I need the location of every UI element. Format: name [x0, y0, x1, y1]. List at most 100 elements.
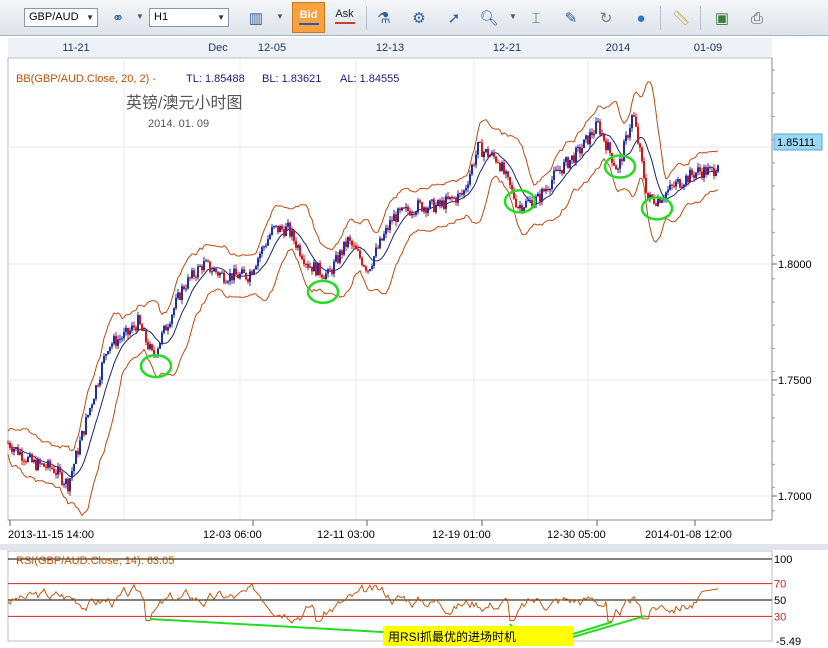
candle-body [415, 212, 417, 215]
candle-body [413, 213, 415, 215]
zoom-icon[interactable]: 🔍︎ [475, 4, 503, 32]
top-date-label: 12-21 [493, 42, 521, 54]
candle-body [709, 166, 711, 168]
panel-splitter[interactable] [0, 544, 828, 550]
bb-average-line-label: AL: 1.84555 [340, 73, 399, 85]
bottom-date-label: 2013-11-15 14:00 [8, 529, 94, 541]
candle-body [695, 172, 697, 178]
top-date-label: Dec [208, 42, 228, 54]
bb-indicator-label: BB(GBP/AUD.Close, 20, 2) - [16, 73, 156, 85]
candle-body [115, 336, 117, 346]
bottom-date-label: 12-11 03:00 [317, 529, 375, 541]
candle-body [167, 327, 169, 331]
candle-body [443, 200, 445, 209]
candle-body [269, 234, 271, 240]
top-date-label: 11-21 [62, 42, 89, 54]
bid-button[interactable]: Bid [292, 2, 325, 33]
candle-body [219, 272, 221, 276]
candle-body [29, 454, 31, 457]
candle-body [67, 478, 69, 492]
candle-body [161, 332, 163, 343]
candle-body [679, 179, 681, 188]
rsi-level-label: 30 [774, 611, 786, 623]
bottom-date-label: 12-19 01:00 [432, 529, 491, 541]
candle-body [397, 208, 399, 222]
candle-body [311, 266, 313, 272]
candle-body [177, 292, 179, 299]
candle-body [165, 325, 167, 331]
timeframe-select[interactable]: H1 ▼ [149, 8, 229, 27]
candle-body [685, 175, 687, 185]
candle-body [319, 262, 321, 275]
candle-body [497, 162, 499, 164]
candle-body [555, 169, 557, 171]
candle-body [617, 168, 619, 170]
candle-body [463, 190, 465, 195]
indicators-icon[interactable]: ⚗ [370, 4, 398, 32]
candle-body [715, 171, 717, 176]
candle-body [227, 281, 229, 283]
connect-icon[interactable]: ⚭ [104, 4, 132, 32]
candle-body [277, 225, 279, 233]
candle-body [107, 351, 109, 355]
candle-body [525, 201, 527, 208]
candle-body [581, 148, 583, 154]
candle-body [7, 442, 9, 444]
symbol-select[interactable]: GBP/AUD ▼ [24, 8, 98, 27]
tools-icon[interactable]: ↻ [592, 4, 620, 32]
ruler-icon[interactable]: 📏︎ [667, 4, 695, 32]
candle-body [621, 159, 623, 162]
candle-body [565, 157, 567, 162]
rsi-level-label: 70 [774, 579, 786, 591]
objects-icon[interactable]: ⚙ [405, 4, 433, 32]
candle-body [493, 152, 495, 157]
screenshot-icon[interactable]: ▣ [708, 4, 736, 32]
chevron-down-icon[interactable]: ▼ [509, 12, 517, 21]
candle-body [21, 451, 23, 461]
candle-body [293, 230, 295, 241]
candle-body [503, 162, 505, 174]
candle-body [235, 268, 237, 275]
candle-body [343, 241, 345, 255]
candle-body [17, 447, 19, 455]
chart-area[interactable]: 11-21 Dec 12-05 12-13 12-21 2014 01-09 BB(GBP/… [0, 36, 828, 648]
candle-body [111, 343, 113, 347]
globe-icon[interactable]: ● [627, 4, 655, 32]
candle-body [639, 143, 641, 148]
bar-chart-type-icon[interactable]: ▥ [242, 4, 270, 32]
candle-body [229, 273, 231, 282]
candle-body [403, 207, 405, 209]
candle-body [45, 466, 47, 468]
candle-body [205, 260, 207, 262]
candle-body [71, 471, 73, 479]
template-icon[interactable]: ✎ [557, 4, 585, 32]
ask-button[interactable]: Ask [328, 2, 361, 33]
print-icon[interactable]: ⎙ [743, 4, 771, 32]
candle-body [631, 115, 633, 129]
candle-body [429, 200, 431, 208]
chevron-down-icon[interactable]: ▼ [136, 12, 144, 21]
candle-body [207, 260, 209, 262]
candle-body [461, 193, 463, 195]
candle-body [217, 272, 219, 276]
candle-body [697, 167, 699, 173]
crosshair-icon[interactable]: ⌶ [522, 4, 550, 32]
candle-body [233, 268, 235, 281]
candle-body [363, 265, 365, 267]
candle-body [297, 245, 299, 248]
candle-body [549, 189, 551, 191]
chevron-down-icon[interactable]: ▼ [276, 12, 284, 21]
candle-body [223, 272, 225, 283]
cursor-icon[interactable]: ➚ [440, 4, 468, 32]
candle-body [483, 151, 485, 158]
candle-body [27, 456, 29, 463]
candle-body [49, 460, 51, 468]
candle-body [371, 266, 373, 270]
candle-body [489, 155, 491, 157]
candle-body [431, 199, 433, 201]
candle-body [387, 227, 389, 230]
candle-body [199, 265, 201, 267]
candle-body [239, 273, 241, 279]
candle-body [395, 214, 397, 222]
candle-body [713, 167, 715, 176]
